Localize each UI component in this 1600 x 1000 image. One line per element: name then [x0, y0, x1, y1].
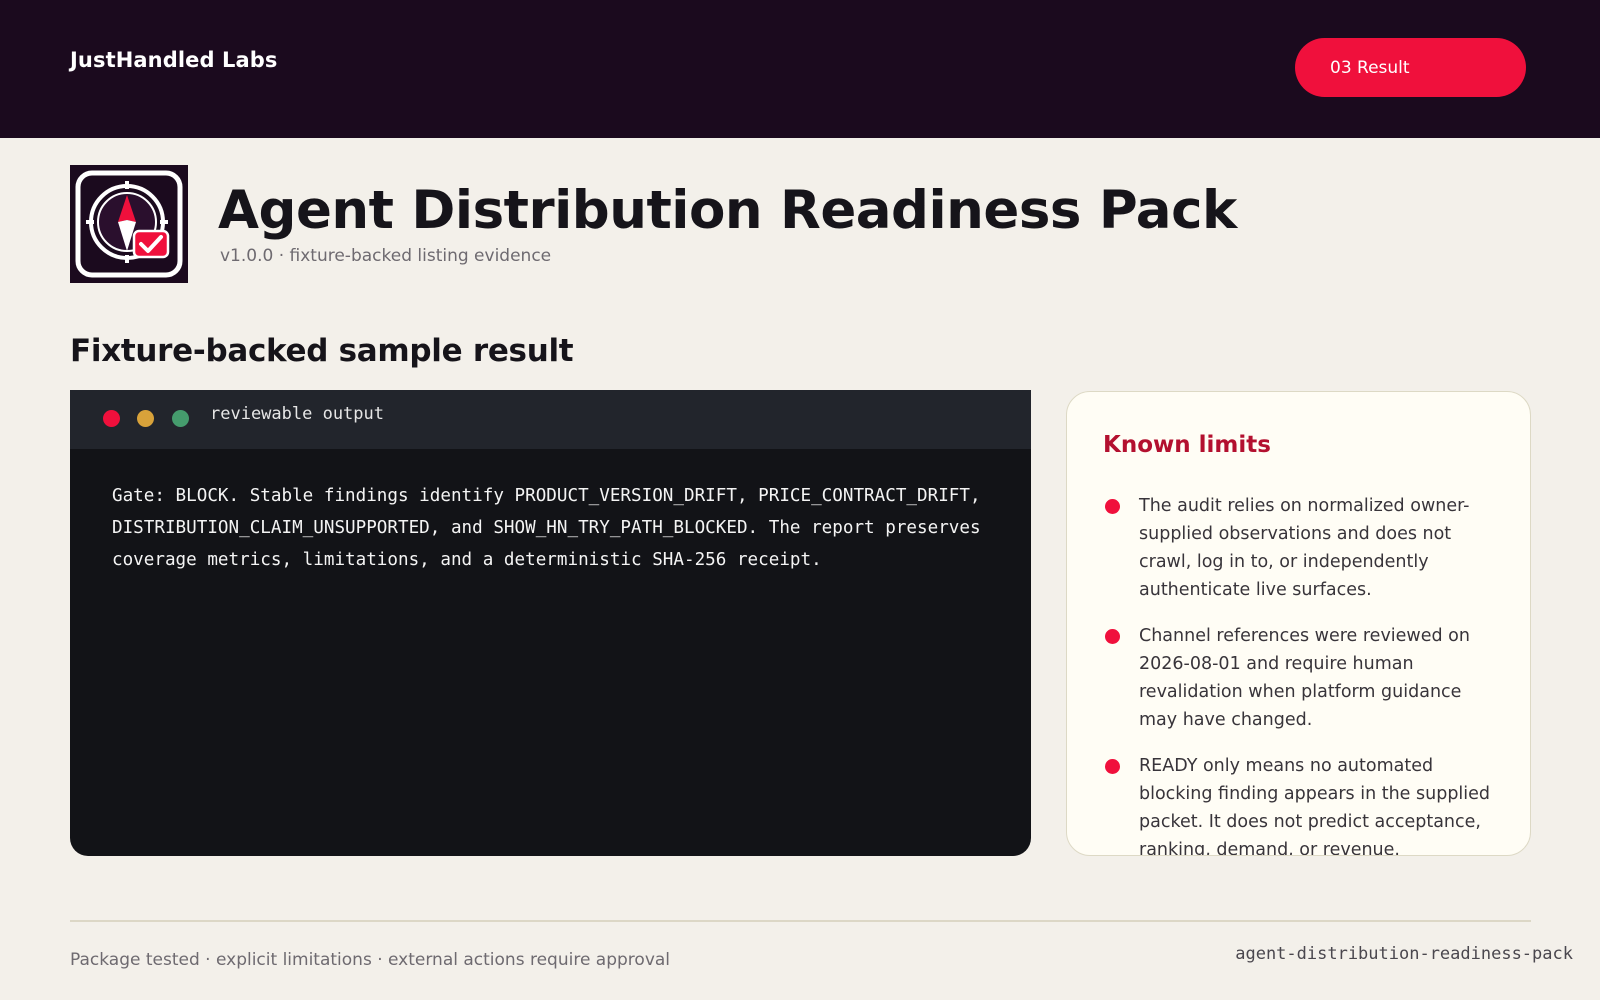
- bullet-dot-icon: [1105, 499, 1120, 514]
- limit-text: Channel references were reviewed on 2026…: [1139, 626, 1470, 730]
- footer-tagline: Package tested · explicit limitations · …: [70, 950, 671, 970]
- terminal-title: reviewable output: [210, 404, 384, 424]
- top-bar: JustHandled Labs 03 Result: [0, 0, 1600, 138]
- limit-text: READY only means no automated blocking f…: [1139, 756, 1491, 856]
- window-maximize-dot: [172, 410, 189, 427]
- limit-text: The audit relies on normalized owner-sup…: [1139, 496, 1470, 600]
- brand-name: JustHandled Labs: [70, 48, 278, 72]
- compass-check-icon: [70, 165, 188, 283]
- known-limits-heading: Known limits: [1103, 432, 1271, 458]
- package-name: agent-distribution-readiness-pack: [1235, 944, 1573, 964]
- page-title: Agent Distribution Readiness Pack: [218, 180, 1237, 241]
- window-close-dot: [103, 410, 120, 427]
- list-item: The audit relies on normalized owner-sup…: [1103, 492, 1498, 604]
- list-item: READY only means no automated blocking f…: [1103, 752, 1498, 856]
- bullet-dot-icon: [1105, 759, 1120, 774]
- footer-divider: [70, 920, 1531, 922]
- section-heading: Fixture-backed sample result: [70, 333, 574, 369]
- known-limits-card: Known limits The audit relies on normali…: [1066, 391, 1531, 856]
- window-minimize-dot: [137, 410, 154, 427]
- terminal-title-bar: reviewable output: [70, 390, 1031, 449]
- bullet-dot-icon: [1105, 629, 1120, 644]
- terminal-output: Gate: BLOCK. Stable findings identify PR…: [112, 486, 981, 570]
- list-item: Channel references were reviewed on 2026…: [1103, 622, 1498, 734]
- known-limits-list: The audit relies on normalized owner-sup…: [1103, 492, 1498, 856]
- output-terminal: reviewable output Gate: BLOCK. Stable fi…: [70, 390, 1031, 856]
- result-step-button[interactable]: 03 Result: [1295, 38, 1526, 97]
- version-subtitle: v1.0.0 · fixture-backed listing evidence: [220, 246, 552, 266]
